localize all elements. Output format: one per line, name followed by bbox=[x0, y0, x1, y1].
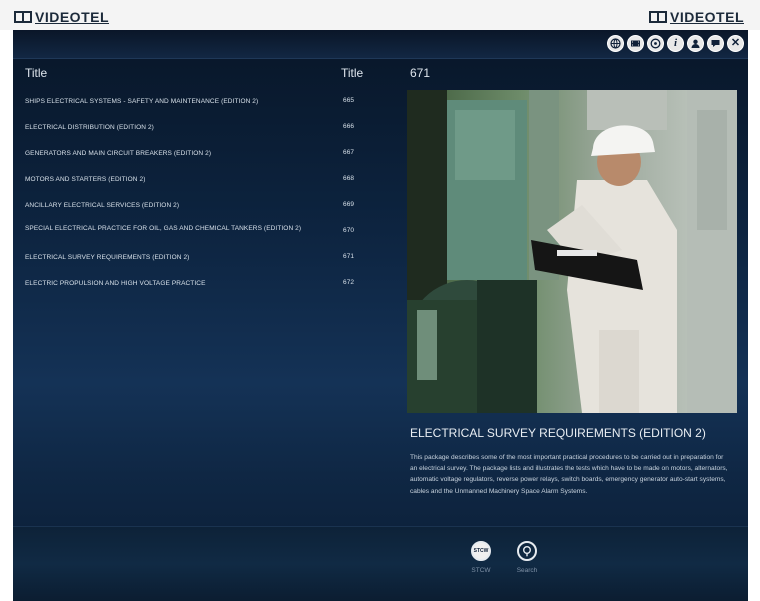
search-button[interactable]: Search bbox=[507, 541, 547, 574]
toolbar: i ✕ bbox=[607, 35, 744, 52]
list-item[interactable]: ANCILLARY ELECTRICAL SERVICES (EDITION 2… bbox=[25, 195, 385, 221]
title-list: SHIPS ELECTRICAL SYSTEMS - SAFETY AND MA… bbox=[25, 91, 385, 299]
list-header-number: Title bbox=[341, 66, 364, 80]
list-item[interactable]: ELECTRIC PROPULSION AND HIGH VOLTAGE PRA… bbox=[25, 273, 385, 299]
close-icon[interactable]: ✕ bbox=[727, 35, 744, 52]
videotel-logo-right: VIDEOTEL bbox=[648, 9, 744, 25]
app-header: i ✕ bbox=[13, 30, 748, 59]
detail-title: ELECTRICAL SURVEY REQUIREMENTS (EDITION … bbox=[410, 426, 706, 440]
detail-description: This package describes some of the most … bbox=[410, 454, 728, 495]
preview-image bbox=[407, 90, 737, 413]
logo-mark-icon bbox=[648, 10, 667, 23]
selected-number: 671 bbox=[410, 66, 431, 80]
list-item[interactable]: MOTORS AND STARTERS (EDITION 2) 668 bbox=[25, 169, 385, 195]
brand-bar: VIDEOTEL VIDEOTEL bbox=[0, 0, 760, 30]
info-icon[interactable]: i bbox=[667, 35, 684, 52]
list-item-selected[interactable]: ELECTRICAL SURVEY REQUIREMENTS (EDITION … bbox=[25, 247, 385, 273]
list-item[interactable]: SPECIAL ELECTRICAL PRACTICE FOR OIL, GAS… bbox=[25, 221, 385, 247]
chat-icon[interactable] bbox=[707, 35, 724, 52]
list-item[interactable]: GENERATORS AND MAIN CIRCUIT BREAKERS (ED… bbox=[25, 143, 385, 169]
list-item[interactable]: SHIPS ELECTRICAL SYSTEMS - SAFETY AND MA… bbox=[25, 91, 385, 117]
stcw-button[interactable]: STCW STCW bbox=[461, 541, 501, 574]
logo-mark-icon bbox=[14, 10, 32, 23]
disc-icon[interactable] bbox=[647, 35, 664, 52]
user-icon[interactable] bbox=[687, 35, 704, 52]
search-icon bbox=[517, 541, 537, 561]
videotel-logo-left: VIDEOTEL bbox=[14, 9, 109, 25]
app-window: i ✕ Title Title SHIPS ELECTRICAL SYSTEMS… bbox=[13, 30, 748, 601]
globe-icon[interactable] bbox=[607, 35, 624, 52]
stcw-icon: STCW bbox=[471, 541, 491, 561]
list-item[interactable]: ELECTRICAL DISTRIBUTION (EDITION 2) 666 bbox=[25, 117, 385, 143]
list-header-title: Title bbox=[25, 66, 48, 80]
film-icon[interactable] bbox=[627, 35, 644, 52]
footer-bar: STCW STCW Search bbox=[13, 526, 748, 601]
